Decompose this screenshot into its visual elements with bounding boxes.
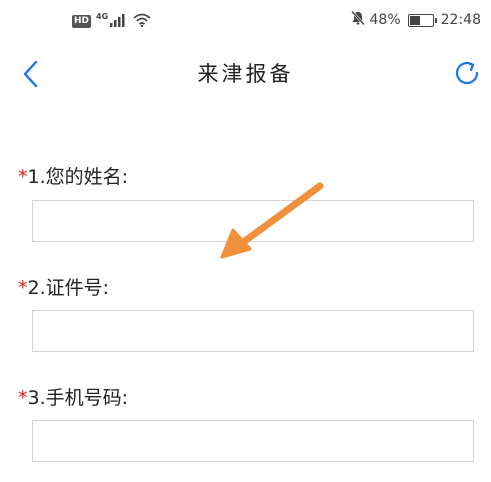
status-right: 48% 22:48 [350, 10, 481, 30]
clock-time: 22:48 [440, 12, 481, 28]
name-input[interactable] [32, 200, 474, 242]
required-mark: * [18, 166, 28, 188]
status-left: HD 4G [72, 12, 151, 31]
signal-icon [110, 12, 128, 31]
wifi-icon [133, 12, 151, 31]
nav-bar: 来津报备 [0, 44, 491, 104]
network-type-label: 4G [96, 12, 109, 21]
required-mark: * [18, 387, 28, 409]
field-label-phone: *3.手机号码: [18, 383, 128, 410]
battery-percent: 48% [369, 12, 401, 28]
refresh-icon [451, 61, 483, 93]
refresh-button[interactable] [451, 57, 483, 89]
field-label-text: 3.手机号码: [27, 387, 129, 409]
battery-icon [407, 13, 437, 27]
status-bar: HD 4G 48% 22:48 [0, 0, 491, 44]
hd-badge: HD [72, 15, 92, 28]
field-label-name: *1.您的姓名: [18, 162, 128, 189]
page-title: 来津报备 [197, 62, 294, 86]
mute-bell-icon [350, 10, 366, 30]
required-mark: * [18, 277, 28, 299]
phone-input[interactable] [32, 420, 474, 462]
field-label-text: 2.证件号: [27, 277, 110, 299]
id-number-input[interactable] [32, 310, 474, 352]
field-label-id-number: *2.证件号: [18, 273, 109, 300]
field-label-text: 1.您的姓名: [27, 166, 129, 188]
